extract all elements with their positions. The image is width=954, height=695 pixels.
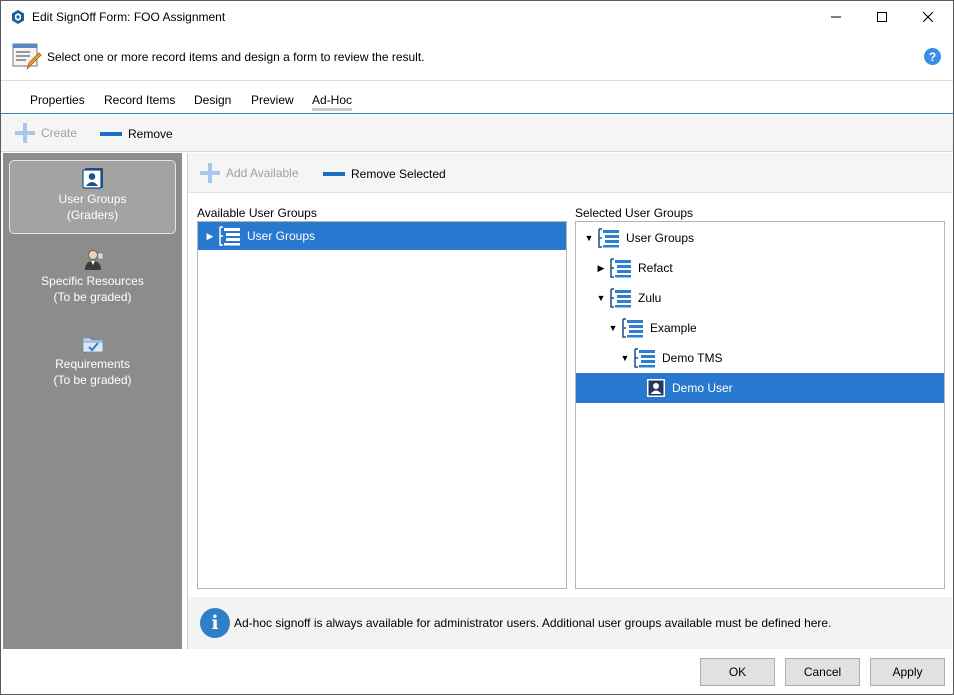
app-logo-icon (12, 10, 24, 24)
help-icon[interactable]: ? (924, 48, 941, 65)
tree-node[interactable]: ▼ Demo TMS (576, 344, 944, 372)
collapse-arrow-icon[interactable]: ▼ (584, 233, 594, 243)
add-available-label: Add Available (226, 166, 299, 180)
group-icon (634, 348, 655, 368)
remove-selected-button[interactable]: Remove Selected (323, 167, 446, 181)
add-available-button[interactable]: Add Available (200, 163, 299, 183)
tree-node[interactable]: ▼ Example (576, 314, 944, 342)
info-bar: i Ad-hoc signoff is always available for… (188, 597, 952, 649)
group-icon (219, 226, 240, 246)
info-icon: i (200, 608, 230, 638)
tab-design[interactable]: Design (194, 93, 231, 107)
close-icon (923, 12, 933, 22)
remove-label: Remove (128, 127, 173, 141)
remove-button[interactable]: Remove (100, 127, 173, 141)
plus-icon (15, 123, 35, 143)
title-bar: Edit SignOff Form: FOO Assignment (1, 1, 953, 33)
collapse-arrow-icon[interactable]: ▼ (608, 323, 618, 333)
nav-item-specific-resources[interactable]: Specific Resources (To be graded) (9, 243, 176, 317)
tree-node[interactable]: ▼ User Groups (576, 224, 944, 252)
nav-label-line1: Specific Resources (41, 274, 144, 288)
group-icon (610, 288, 631, 308)
minimize-button[interactable] (813, 1, 859, 33)
expand-arrow-icon[interactable]: ▶ (205, 231, 215, 242)
apply-button[interactable]: Apply (870, 658, 945, 686)
tree-node[interactable]: ▶ Refact (576, 254, 944, 282)
nav-item-user-groups[interactable]: User Groups (Graders) (9, 160, 176, 234)
tab-record-items[interactable]: Record Items (104, 93, 175, 107)
minus-icon (100, 132, 122, 136)
info-text: Ad-hoc signoff is always available for a… (234, 616, 832, 630)
tree-node-label: Example (650, 321, 697, 335)
tree-node-label: User Groups (247, 229, 316, 243)
content-area: Add Available Remove Selected Available … (187, 153, 952, 649)
nav-label-line2: (Graders) (66, 208, 119, 222)
minus-icon (323, 172, 345, 176)
nav-label-line1: User Groups (58, 192, 127, 206)
tree-node[interactable]: Demo User (576, 373, 944, 403)
user-badge-icon (81, 168, 103, 189)
tab-preview[interactable]: Preview (251, 93, 294, 107)
selected-groups-tree[interactable]: ▼ User Groups ▶ Refact ▼ Zulu ▼ Example … (575, 221, 945, 589)
group-icon (610, 258, 631, 278)
maximize-icon (877, 12, 887, 22)
dialog-header: Select one or more record items and desi… (1, 37, 953, 81)
dialog-window: Edit SignOff Form: FOO Assignment Select… (0, 0, 954, 695)
nav-item-requirements[interactable]: Requirements (To be graded) (9, 326, 176, 400)
remove-selected-label: Remove Selected (351, 167, 446, 181)
tree-node[interactable]: ▼ Zulu (576, 284, 944, 312)
create-label: Create (41, 126, 78, 140)
tree-node[interactable]: ▶ User Groups (198, 222, 566, 250)
window-title: Edit SignOff Form: FOO Assignment (32, 10, 226, 24)
group-icon (622, 318, 643, 338)
dialog-footer: OK Cancel Apply (1, 651, 953, 694)
folder-check-icon (82, 337, 103, 353)
tab-strip: Properties Record Items Design Preview A… (1, 82, 953, 114)
content-toolbar: Add Available Remove Selected (188, 153, 952, 193)
available-groups-tree[interactable]: ▶ User Groups (197, 221, 567, 589)
ok-button[interactable]: OK (700, 658, 775, 686)
selected-groups-title: Selected User Groups (575, 206, 694, 220)
nav-label-line1: Requirements (55, 357, 130, 371)
expand-arrow-icon[interactable]: ▶ (596, 263, 606, 274)
nav-label-line2: (To be graded) (53, 373, 132, 387)
available-groups-title: Available User Groups (197, 206, 317, 220)
maximize-button[interactable] (859, 1, 905, 33)
collapse-arrow-icon[interactable]: ▼ (596, 293, 606, 303)
tree-node-label: Demo TMS (662, 351, 723, 365)
person-icon (84, 250, 103, 270)
tree-node-label: Zulu (638, 291, 662, 305)
form-edit-icon (12, 43, 42, 70)
group-icon (598, 228, 619, 248)
header-instruction: Select one or more record items and desi… (47, 50, 425, 64)
tree-node-label: Refact (638, 261, 673, 275)
tree-node-label: User Groups (626, 231, 695, 245)
minimize-icon (831, 16, 841, 18)
nav-label-line2: (To be graded) (53, 290, 132, 304)
tab-ad-hoc[interactable]: Ad-Hoc (312, 93, 353, 111)
collapse-arrow-icon[interactable]: ▼ (620, 353, 630, 363)
main-toolbar: Create Remove (1, 115, 953, 152)
cancel-button[interactable]: Cancel (785, 658, 860, 686)
left-navigation: User Groups (Graders) Specific Resources… (3, 153, 182, 649)
create-button[interactable]: Create (15, 123, 77, 143)
user-icon (647, 379, 665, 397)
plus-icon (200, 163, 220, 183)
tree-node-label: Demo User (672, 381, 733, 395)
tab-properties[interactable]: Properties (30, 93, 85, 107)
close-button[interactable] (905, 1, 951, 33)
